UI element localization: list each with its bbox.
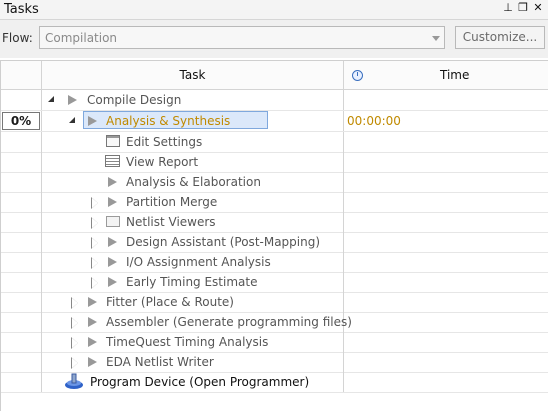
expand-arrow-icon[interactable] [71,297,78,309]
header-time-column[interactable]: Time [344,61,548,89]
flow-select-value: Compilation [45,31,118,45]
table-row[interactable]: I/O Assignment Analysis [1,252,548,273]
play-icon [108,277,117,287]
panel-window-buttons: ⊥ ❐ ✕ [502,1,544,15]
table-row[interactable]: View Report [1,152,548,173]
table-row[interactable]: Early Timing Estimate [1,272,548,293]
close-icon[interactable]: ✕ [532,1,544,15]
clock-icon [352,70,363,81]
expand-arrow-icon[interactable] [91,197,98,209]
expand-arrow-icon[interactable] [91,277,98,289]
task-label: Design Assistant (Post-Mapping) [126,235,321,249]
play-icon [88,357,97,367]
task-label: Netlist Viewers [126,215,216,229]
task-label: Early Timing Estimate [126,275,258,289]
task-label: TimeQuest Timing Analysis [106,335,269,349]
expand-arrow-icon[interactable] [71,337,78,349]
table-row[interactable]: Program Device (Open Programmer) [1,372,548,393]
play-icon [88,297,97,307]
header-progress-column [1,61,42,89]
task-label: Compile Design [87,93,182,107]
programmer-device-icon [65,373,83,389]
task-tree-table: Task Time Compile Design 0% Analysis & S… [0,60,548,411]
table-row[interactable]: Netlist Viewers [1,212,548,233]
tasks-panel-titlebar: Tasks ⊥ ❐ ✕ [0,0,548,20]
header-task[interactable]: Task [42,61,344,89]
settings-window-icon [106,135,120,147]
table-row[interactable]: Partition Merge [1,192,548,213]
expand-arrow-icon[interactable] [71,317,78,329]
restore-icon[interactable]: ❐ [517,1,529,15]
panel-title: Tasks [4,2,39,17]
table-row[interactable]: EDA Netlist Writer [1,352,548,373]
flow-label: Flow: [2,31,33,45]
expand-arrow-icon[interactable] [71,357,78,369]
task-label: EDA Netlist Writer [106,355,214,369]
task-label: Partition Merge [126,195,218,209]
task-label: Assembler (Generate programming files) [106,315,352,329]
play-icon [108,177,117,187]
task-label: Program Device (Open Programmer) [90,375,310,389]
table-row[interactable]: Design Assistant (Post-Mapping) [1,232,548,253]
expand-arrow-icon[interactable] [91,257,98,269]
play-icon [88,317,97,327]
table-row[interactable]: Compile Design [1,90,548,111]
chevron-down-icon [432,36,440,41]
expand-arrow-icon[interactable] [91,237,98,249]
flow-select[interactable]: Compilation [39,26,445,49]
table-row[interactable]: Assembler (Generate programming files) [1,312,548,333]
play-icon [108,197,117,207]
play-icon [88,116,97,126]
task-label: Analysis & Synthesis [106,114,231,128]
flow-bar: Flow: Compilation Customize... [0,20,548,58]
customize-button[interactable]: Customize... [455,26,545,49]
task-label: View Report [126,155,199,169]
play-icon [88,337,97,347]
header-time: Time [440,68,470,82]
play-icon [68,95,77,105]
table-header: Task Time [1,61,548,90]
table-row[interactable]: Analysis & Elaboration [1,172,548,193]
play-icon [108,257,117,267]
task-label: Edit Settings [126,135,203,149]
table-row[interactable]: Edit Settings [1,132,548,153]
collapse-arrow-icon[interactable] [69,117,75,123]
task-label: Fitter (Place & Route) [106,295,234,309]
table-row[interactable]: TimeQuest Timing Analysis [1,332,548,353]
pin-icon[interactable]: ⊥ [502,1,514,15]
collapse-arrow-icon[interactable] [48,96,54,102]
folder-icon [106,216,120,227]
report-table-icon [105,155,120,167]
table-row[interactable]: Fitter (Place & Route) [1,292,548,313]
task-label: Analysis & Elaboration [126,175,261,189]
task-time: 00:00:00 [347,114,401,128]
table-row[interactable]: 0% Analysis & Synthesis 00:00:00 [1,111,548,132]
task-label: I/O Assignment Analysis [126,255,271,269]
expand-arrow-icon[interactable] [91,217,98,229]
play-icon [108,237,117,247]
progress-percentage: 0% [2,112,40,130]
